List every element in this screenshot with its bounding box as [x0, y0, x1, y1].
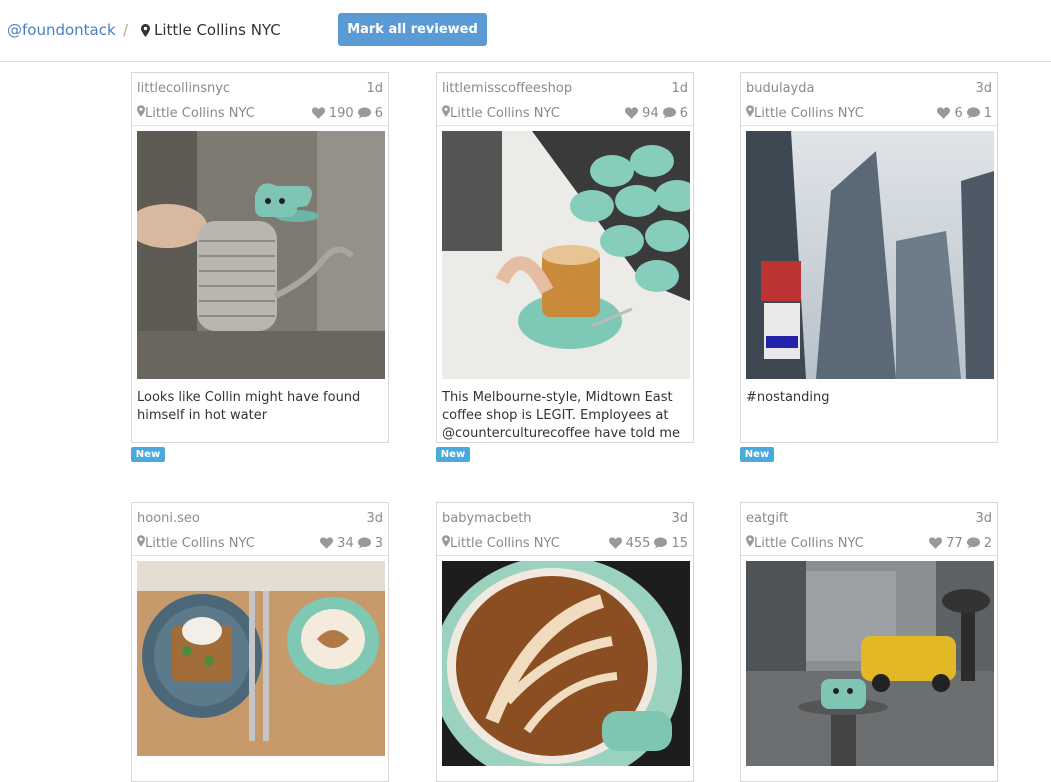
post-username[interactable]: babymacbeth: [442, 511, 532, 529]
post-age: 3d: [671, 511, 688, 526]
comment-icon: [357, 536, 371, 551]
post-username[interactable]: hooni.seo: [137, 511, 200, 529]
post-card[interactable]: budulayda 3d Little Collins NYC 6 1 #nost…: [740, 72, 998, 443]
like-count: 6: [954, 105, 963, 121]
comment-count: 1: [983, 105, 992, 121]
post-username[interactable]: littlemisscoffeeshop: [442, 81, 572, 99]
post-location: Little Collins NYC: [137, 105, 255, 121]
post-caption: This Melbourne-style, Midtown East coffe…: [442, 390, 681, 441]
map-pin-icon: [141, 23, 150, 41]
post-location-label: Little Collins NYC: [145, 106, 255, 121]
card-divider: [741, 555, 997, 556]
map-pin-icon: [746, 105, 754, 121]
post-card[interactable]: eatgift 3d Little Collins NYC 77 2: [740, 502, 998, 782]
breadcrumb-separator: /: [123, 21, 129, 39]
post-location-label: Little Collins NYC: [754, 106, 864, 121]
post-location-label: Little Collins NYC: [450, 106, 560, 121]
comment-count: 3: [374, 535, 383, 551]
heart-icon: [608, 536, 622, 551]
new-badge: New: [436, 447, 470, 462]
comment-count: 6: [679, 105, 688, 121]
account-link[interactable]: @foundontack: [7, 21, 116, 39]
post-card[interactable]: babymacbeth 3d Little Collins NYC 455 15: [436, 502, 694, 782]
breadcrumb-location-label: Little Collins NYC: [154, 21, 281, 39]
comment-icon: [654, 536, 668, 551]
post-photo[interactable]: [442, 561, 690, 766]
post-card[interactable]: hooni.seo 3d Little Collins NYC 34 3: [131, 502, 389, 782]
like-count: 190: [328, 105, 354, 121]
post-photo[interactable]: [137, 561, 385, 756]
post-caption: Looks like Collin might have found himse…: [137, 390, 361, 423]
comment-count: 15: [671, 535, 688, 551]
post-card[interactable]: littlemisscoffeeshop 1d Little Collins NY…: [436, 72, 694, 443]
comment-icon: [357, 106, 371, 121]
new-badge: New: [131, 447, 165, 462]
map-pin-icon: [442, 535, 450, 551]
post-username[interactable]: eatgift: [746, 511, 788, 529]
comment-icon: [662, 106, 676, 121]
like-count: 77: [946, 535, 963, 551]
post-location: Little Collins NYC: [746, 105, 864, 121]
post-photo[interactable]: [442, 131, 690, 379]
map-pin-icon: [137, 105, 145, 121]
post-location: Little Collins NYC: [137, 535, 255, 551]
post-location-label: Little Collins NYC: [450, 536, 560, 551]
card-divider: [437, 555, 693, 556]
post-age: 1d: [366, 81, 383, 96]
card-divider: [741, 125, 997, 126]
heart-icon: [320, 536, 334, 551]
map-pin-icon: [137, 535, 145, 551]
post-caption: #nostanding: [746, 390, 830, 405]
comment-icon: [966, 106, 980, 121]
comment-count: 6: [374, 105, 383, 121]
post-location: Little Collins NYC: [746, 535, 864, 551]
post-photo[interactable]: [746, 131, 994, 379]
post-username[interactable]: budulayda: [746, 81, 814, 99]
like-count: 94: [642, 105, 659, 121]
like-count: 34: [337, 535, 354, 551]
post-location: Little Collins NYC: [442, 105, 560, 121]
post-username[interactable]: littlecollinsnyc: [137, 81, 230, 99]
top-bar: @foundontack / Little Collins NYC Mark a…: [0, 0, 1051, 62]
card-divider: [437, 125, 693, 126]
comment-icon: [966, 536, 980, 551]
post-age: 3d: [366, 511, 383, 526]
card-divider: [132, 125, 388, 126]
post-age: 3d: [975, 81, 992, 96]
post-photo[interactable]: [137, 131, 385, 379]
map-pin-icon: [442, 105, 450, 121]
post-location-label: Little Collins NYC: [145, 536, 255, 551]
breadcrumb-location: Little Collins NYC: [141, 21, 281, 41]
post-photo[interactable]: [746, 561, 994, 766]
comment-count: 2: [983, 535, 992, 551]
post-card[interactable]: littlecollinsnyc 1d Little Collins NYC 19…: [131, 72, 389, 443]
heart-icon: [625, 106, 639, 121]
heart-icon: [937, 106, 951, 121]
heart-icon: [929, 536, 943, 551]
post-location-label: Little Collins NYC: [754, 536, 864, 551]
card-divider: [132, 555, 388, 556]
post-age: 3d: [975, 511, 992, 526]
mark-all-reviewed-button[interactable]: Mark all reviewed: [338, 13, 487, 46]
map-pin-icon: [746, 535, 754, 551]
new-badge: New: [740, 447, 774, 462]
post-location: Little Collins NYC: [442, 535, 560, 551]
heart-icon: [311, 106, 325, 121]
like-count: 455: [625, 535, 651, 551]
post-age: 1d: [671, 81, 688, 96]
